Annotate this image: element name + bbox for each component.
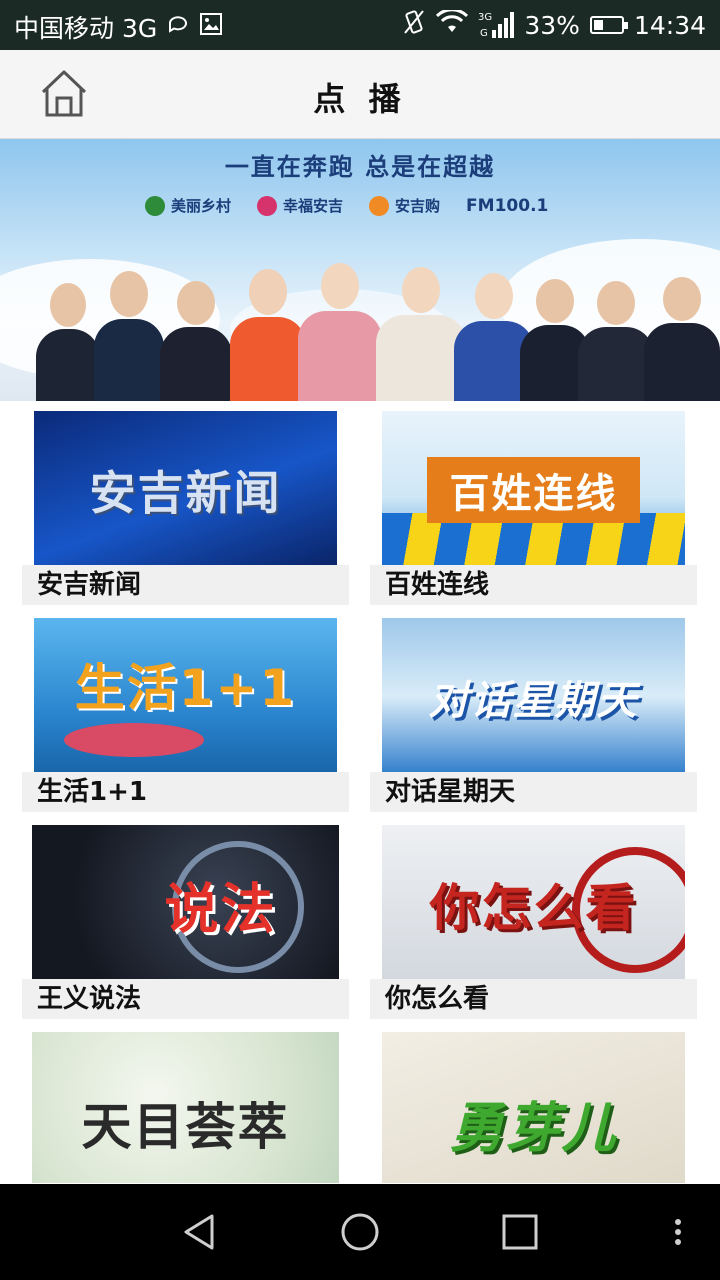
image-icon [199,12,223,42]
leaf-icon [145,195,165,216]
thumbnail-title: 百姓连线 [427,456,640,523]
program-thumbnail: 勇芽儿 [382,1032,685,1183]
program-thumbnail: 生活1+1 [34,618,337,775]
logo-label: 安吉购 [395,197,441,215]
swirl-icon [257,195,278,216]
host-figure [94,271,164,401]
logo-label: FM100.1 [466,195,549,216]
logo-label: 幸福安吉 [283,197,344,215]
logo-meili: 美丽乡村 [145,195,231,216]
banner-slogan: 一直在奔跑 总是在超越 [224,153,496,181]
thumbnail-title: 勇芽儿 [449,1096,618,1160]
program-thumbnail: 说法 [32,825,339,982]
thumbnail-title: 生活1+1 [74,658,297,717]
logo-xingfu: 幸福安吉 [257,195,343,216]
host-figure [298,263,382,401]
logo-gou: 安吉购 [369,195,440,216]
host-figure [230,269,306,401]
svg-text:3G: 3G [478,12,492,23]
carrier-label: 中国移动 3G [14,14,158,43]
page-title: 点 播 [313,80,407,118]
system-nav-bar [0,1184,720,1280]
program-title: 你怎么看 [370,979,697,1019]
banner-hosts [30,261,720,401]
host-figure [376,267,466,401]
more-icon[interactable] [668,1212,688,1252]
home-circle-icon[interactable] [340,1212,380,1252]
program-card-sunday-talk[interactable]: 对话星期天 对话星期天 [370,608,697,812]
logo-fm: FM100.1 [466,196,548,216]
host-figure [578,281,654,401]
program-grid: 安吉新闻 安吉新闻 百姓连线 百姓连线 生活1+1 生活1+1 对话星期天 对话… [0,401,720,1183]
program-thumbnail: 安吉新闻 [34,411,337,568]
svg-text:G: G [480,28,488,39]
battery-fill [593,20,603,30]
program-thumbnail: 百姓连线 [382,411,685,568]
program-title: 生活1+1 [22,772,349,812]
thumbnail-title: 天目荟萃 [81,1097,290,1157]
battery-percent: 33% [524,10,580,40]
back-icon[interactable] [180,1212,220,1252]
program-card-anji-news[interactable]: 安吉新闻 安吉新闻 [22,401,349,605]
program-card-what-think[interactable]: 你怎么看 你怎么看 [370,815,697,1019]
program-card-tianmu[interactable]: 天目荟萃 [22,1022,349,1183]
status-bar: 中国移动 3G 3G G 33% 14:34 [0,0,720,50]
program-title: 安吉新闻 [22,565,349,605]
host-figure [36,283,100,401]
thumbnail-title: 对话星期天 [428,677,639,724]
program-card-yongya[interactable]: 勇芽儿 [370,1022,697,1183]
program-thumbnail: 你怎么看 [382,825,685,982]
swirl-icon [369,195,390,216]
vibrate-icon [402,9,426,41]
wifi-icon [436,8,469,40]
thumbnail-title: 说法 [164,877,277,940]
program-thumbnail: 天目荟萃 [32,1032,339,1183]
program-thumbnail: 对话星期天 [382,618,685,775]
program-title: 王义说法 [22,979,349,1019]
program-title: 对话星期天 [370,772,697,812]
promo-banner[interactable]: 一直在奔跑 总是在超越 美丽乡村 幸福安吉 安吉购 FM100.1 [0,139,720,401]
signal-icon: 3G G [478,10,515,40]
clock: 14:34 [633,10,706,40]
host-figure [644,277,720,401]
host-figure [160,281,232,401]
thumbnail-title: 你怎么看 [429,878,638,937]
thumbnail-title: 安吉新闻 [89,465,282,520]
message-icon [167,13,189,42]
program-title: 百姓连线 [370,565,697,605]
battery-icon [589,16,628,34]
app-header: 点 播 [0,50,720,139]
program-card-life[interactable]: 生活1+1 生活1+1 [22,608,349,812]
program-card-baixing[interactable]: 百姓连线 百姓连线 [370,401,697,605]
logo-label: 美丽乡村 [171,197,232,215]
program-card-wangyi-law[interactable]: 说法 王义说法 [22,815,349,1019]
banner-logos: 美丽乡村 幸福安吉 安吉购 FM100.1 [145,195,548,216]
recents-icon[interactable] [500,1212,540,1252]
